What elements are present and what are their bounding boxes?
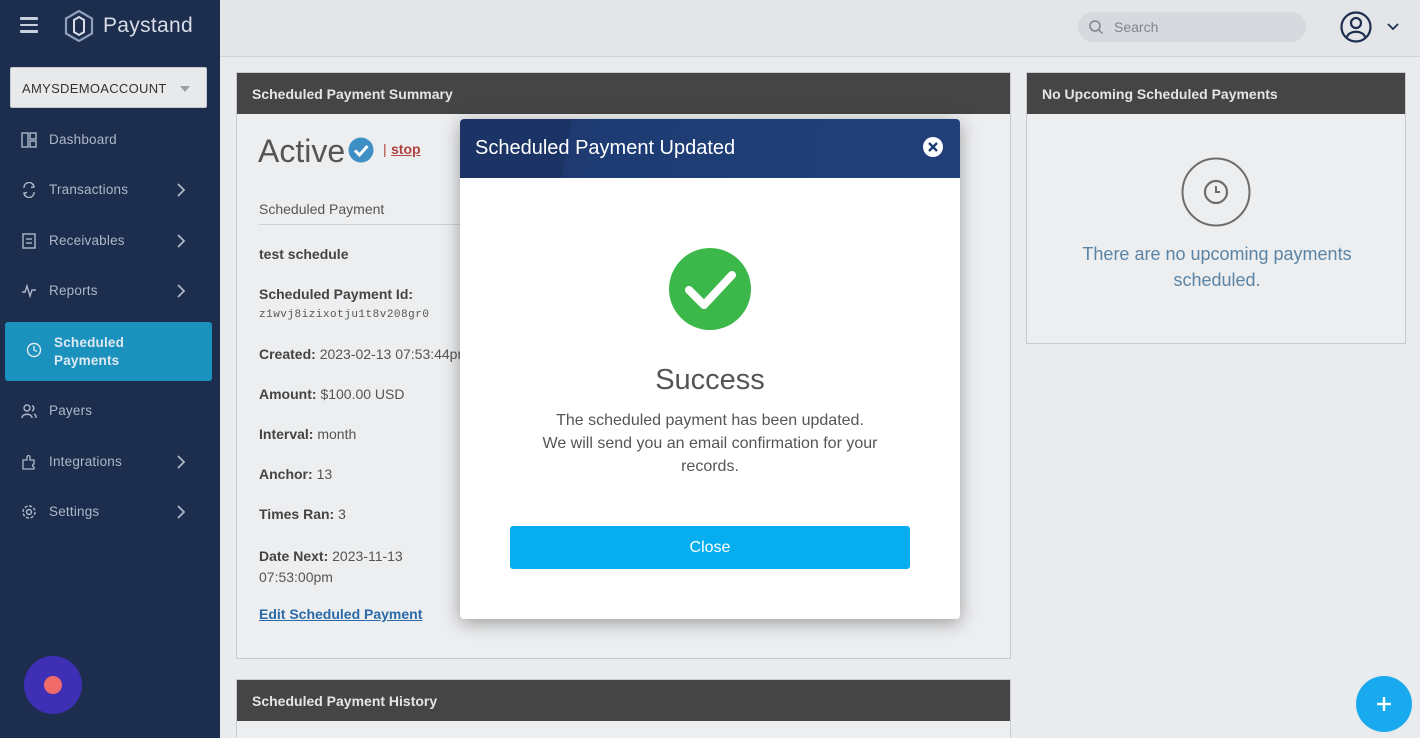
receivables-icon: [22, 233, 36, 249]
account-select[interactable]: AMYSDEMOACCOUNT: [10, 67, 207, 108]
scheduled-payment-history-card: Scheduled Payment History: [236, 679, 1011, 738]
success-check-icon: [669, 248, 751, 330]
sidebar-item-label: Settings: [49, 504, 100, 519]
hamburger-menu-icon[interactable]: [20, 17, 38, 33]
success-message: The scheduled payment has been updated. W…: [542, 412, 878, 475]
caret-down-icon: [180, 86, 190, 92]
sidebar-item-scheduled-payments[interactable]: Scheduled Payments: [5, 322, 212, 381]
card-header: No Upcoming Scheduled Payments: [1027, 73, 1405, 114]
brand-bar: Paystand: [0, 0, 220, 56]
close-button[interactable]: Close: [510, 526, 910, 569]
schedule-name: test schedule: [259, 246, 349, 262]
sidebar-item-dashboard[interactable]: Dashboard: [5, 120, 212, 160]
sidebar-item-label: Transactions: [49, 182, 129, 197]
anchor-field: Anchor: 13: [259, 466, 333, 482]
times-ran-field: Times Ran: 3: [259, 506, 346, 522]
account-select-value: AMYSDEMOACCOUNT: [22, 81, 167, 96]
interval-field: Interval: month: [259, 426, 357, 442]
chevron-right-icon: [177, 284, 186, 298]
success-modal: Scheduled Payment Updated Success The sc…: [460, 119, 960, 619]
paystand-logo-icon: [64, 10, 94, 42]
chevron-right-icon: [177, 234, 186, 248]
stop-link[interactable]: stop: [391, 141, 421, 157]
payment-id-field: Scheduled Payment Id:: [259, 286, 414, 302]
payers-icon: [21, 404, 37, 419]
chevron-right-icon: [177, 183, 186, 197]
empty-state-message: There are no upcoming payments scheduled.: [1082, 244, 1352, 290]
search-input[interactable]: [1114, 17, 1294, 37]
top-bar: [220, 0, 1420, 57]
edit-scheduled-payment-link[interactable]: Edit Scheduled Payment: [259, 606, 422, 622]
sidebar-item-reports[interactable]: Reports: [5, 271, 212, 311]
reports-icon: [22, 283, 36, 299]
chevron-right-icon: [177, 455, 186, 469]
card-header: Scheduled Payment History: [237, 680, 1010, 721]
user-avatar-icon[interactable]: [1340, 11, 1372, 43]
upcoming-payments-card: No Upcoming Scheduled Payments There are…: [1026, 72, 1406, 344]
separator: |: [383, 141, 387, 157]
sidebar-item-settings[interactable]: Settings: [5, 492, 212, 532]
modal-title: Scheduled Payment Updated: [475, 137, 736, 159]
plus-icon: [1377, 697, 1391, 711]
modal-header: Scheduled Payment Updated: [460, 119, 960, 178]
payment-id-value: z1wvj8izixotju1t8v208gr0: [259, 309, 430, 321]
card-header: Scheduled Payment Summary: [237, 73, 1010, 114]
record-dot-icon: [44, 676, 62, 694]
section-label: Scheduled Payment: [259, 201, 385, 217]
sidebar-item-label: Payers: [49, 403, 93, 418]
sidebar-item-label: Scheduled Payments: [54, 335, 125, 368]
sidebar-item-label: Reports: [49, 283, 98, 298]
sidebar-item-payers[interactable]: Payers: [5, 391, 212, 431]
transactions-icon: [23, 182, 35, 198]
sidebar: Paystand AMYSDEMOACCOUNT Dashboard Trans…: [0, 0, 220, 738]
created-field: Created: 2023-02-13 07:53:44pm: [259, 346, 470, 362]
clock-icon: [1181, 157, 1251, 227]
search-icon: [1089, 20, 1104, 35]
dashboard-icon: [21, 132, 37, 148]
divider: [259, 224, 479, 225]
app-name: Paystand: [103, 14, 193, 37]
sidebar-item-integrations[interactable]: Integrations: [5, 442, 212, 482]
chevron-right-icon: [177, 505, 186, 519]
close-icon[interactable]: [922, 136, 944, 158]
sidebar-item-transactions[interactable]: Transactions: [5, 170, 212, 210]
sidebar-item-receivables[interactable]: Receivables: [5, 221, 212, 261]
chevron-down-icon[interactable]: [1386, 21, 1400, 33]
integrations-icon: [22, 454, 35, 470]
record-button[interactable]: [24, 656, 82, 714]
sidebar-item-label: Dashboard: [49, 132, 117, 147]
verified-check-icon: [348, 137, 374, 163]
gear-icon: [22, 505, 36, 519]
status-text: Active: [258, 133, 346, 169]
amount-field: Amount: $100.00 USD: [259, 386, 405, 402]
sidebar-item-label: Integrations: [49, 454, 122, 469]
date-next-field: Date Next: 2023-11-13 07:53:00pm: [259, 548, 403, 585]
sidebar-item-label: Receivables: [49, 233, 125, 248]
add-button[interactable]: [1356, 676, 1412, 732]
clock-icon: [26, 342, 42, 358]
success-title: Success: [655, 364, 765, 396]
search-box: [1078, 12, 1306, 42]
